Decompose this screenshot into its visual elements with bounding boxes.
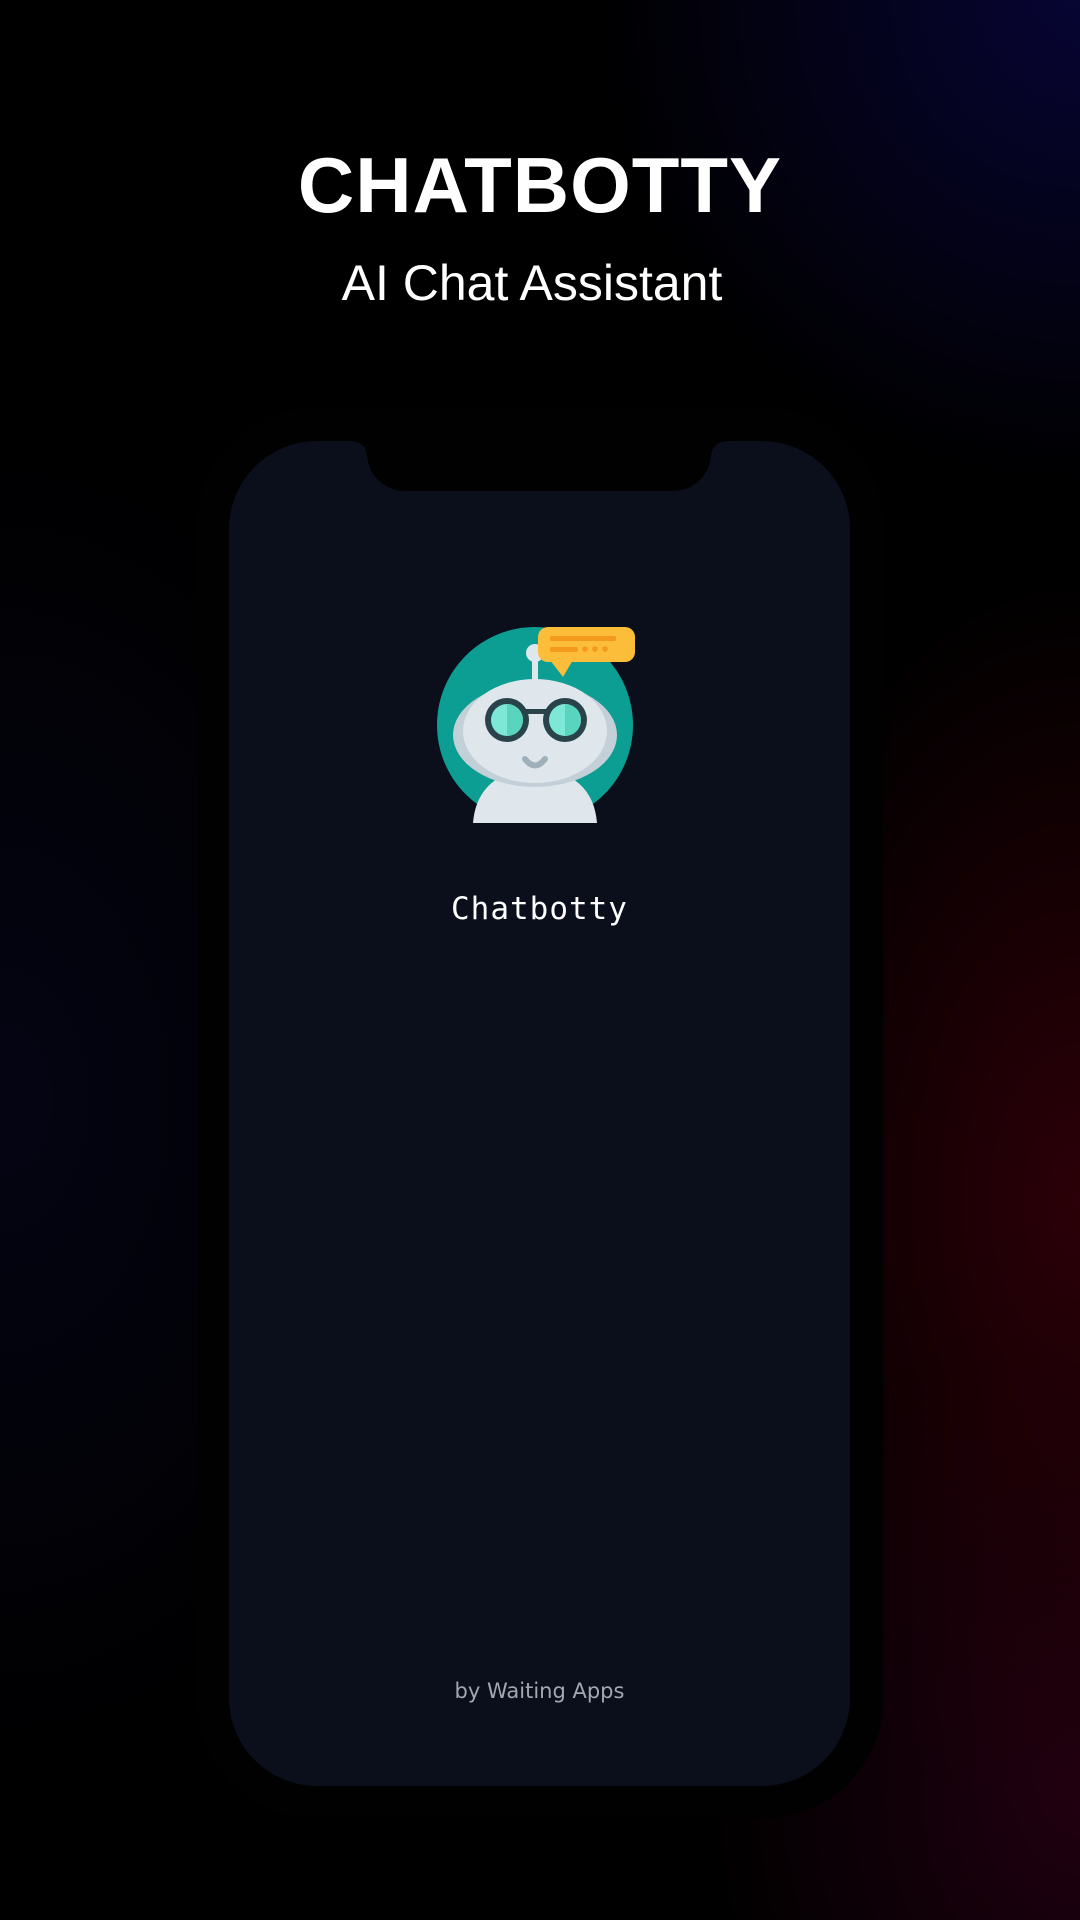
phone-notch [353,441,725,491]
promo-subheadline: AI Chat Assistant [341,255,723,311]
app-name: Chatbotty [451,891,628,927]
phone-frame: Chatbotty by Waiting Apps [197,408,883,1818]
phone-screen: Chatbotty by Waiting Apps [229,441,850,1786]
developer-byline: by Waiting Apps [454,1679,625,1703]
robot-chat-bubble-icon [437,627,635,823]
promo-headline: CHATBOTTY [297,141,783,229]
